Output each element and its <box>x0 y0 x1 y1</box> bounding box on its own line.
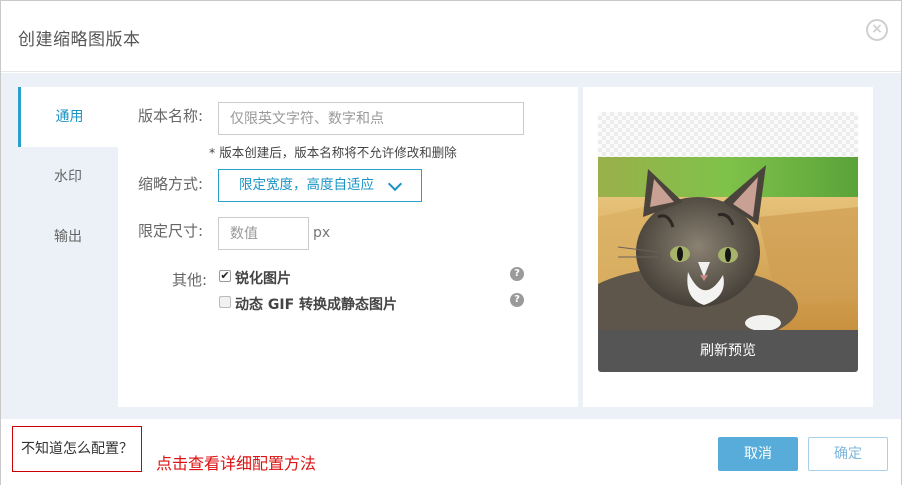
dialog-header: 创建缩略图版本 × <box>1 1 901 72</box>
tab-general[interactable]: 通用 <box>18 87 118 147</box>
version-name-hint: * 版本创建后，版本名称将不允许修改和删除 <box>209 145 457 160</box>
tab-output[interactable]: 输出 <box>18 207 118 267</box>
size-limit-label: 限定尺寸: <box>138 222 204 240</box>
transparent-backdrop <box>598 112 858 157</box>
other-label: 其他: <box>172 271 208 289</box>
sharpen-checkbox[interactable]: ✔ <box>219 270 231 282</box>
thumbnail-mode-value: 限定宽度，高度自适应 <box>239 177 374 193</box>
size-unit: px <box>313 225 331 241</box>
dialog-title: 创建缩略图版本 <box>18 30 141 50</box>
dialog-footer: 不知道怎么配置？ 点击查看详细配置方法 取消 确定 <box>1 419 901 485</box>
thumbnail-mode-label: 缩略方式: <box>138 175 204 193</box>
general-form: 版本名称: * 版本创建后，版本名称将不允许修改和删除 缩略方式: 限定宽度，高… <box>118 87 578 407</box>
version-name-input[interactable] <box>218 102 524 135</box>
dialog-body: 通用 水印 输出 版本名称: * 版本创建后，版本名称将不允许修改和删除 缩略方… <box>1 73 901 419</box>
tab-watermark[interactable]: 水印 <box>18 147 118 207</box>
version-name-label: 版本名称: <box>138 107 204 125</box>
dialog: 创建缩略图版本 × 通用 水印 输出 版本名称: * 版本创建后，版本名称将不允… <box>0 0 902 485</box>
cat-photo-icon <box>598 157 858 330</box>
thumbnail-mode-select[interactable]: 限定宽度，高度自适应 <box>218 169 422 202</box>
preview-image <box>598 157 858 330</box>
close-icon[interactable]: × <box>866 19 888 41</box>
config-help-note[interactable]: 点击查看详细配置方法 <box>156 450 316 474</box>
sharpen-label: 锐化图片 <box>235 271 291 287</box>
settings-panel: 通用 水印 输出 版本名称: * 版本创建后，版本名称将不允许修改和删除 缩略方… <box>18 87 578 407</box>
gif-static-label: 动态 GIF 转换成静态图片 <box>235 297 398 313</box>
size-limit-input[interactable] <box>218 217 309 250</box>
preview-panel: 刷新预览 <box>583 87 873 407</box>
help-icon[interactable]: ? <box>510 293 524 307</box>
help-icon[interactable]: ? <box>510 267 524 281</box>
gif-static-checkbox[interactable] <box>219 296 231 308</box>
tab-nav: 通用 水印 输出 <box>18 87 118 407</box>
cancel-button[interactable]: 取消 <box>718 437 798 471</box>
refresh-preview-button[interactable]: 刷新预览 <box>598 330 858 372</box>
confirm-button[interactable]: 确定 <box>808 437 888 471</box>
chevron-down-icon <box>387 176 403 192</box>
how-to-configure-link[interactable]: 不知道怎么配置？ <box>12 426 142 472</box>
